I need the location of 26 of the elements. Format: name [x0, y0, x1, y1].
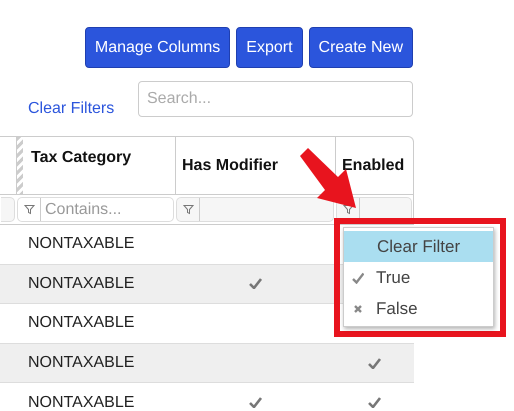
table-row[interactable]: NONTAXABLE [0, 264, 335, 304]
toolbar-button[interactable]: Manage Columns [84, 27, 230, 68]
filter-field[interactable]: Contains... [17, 197, 174, 222]
table-row[interactable]: NONTAXABLE [0, 344, 414, 384]
filter-icon[interactable] [24, 204, 35, 215]
table-cell: NONTAXABLE [28, 354, 134, 372]
filter-field[interactable] [1, 197, 15, 222]
table-cell: NONTAXABLE [28, 235, 134, 254]
menu-item[interactable]: Clear Filter [344, 231, 493, 262]
filter-icon[interactable] [183, 204, 194, 215]
filter-field[interactable] [176, 197, 334, 222]
table-row[interactable]: NONTAXABLE [0, 383, 414, 411]
menu-item[interactable]: False [344, 293, 493, 324]
table-cell: NONTAXABLE [28, 274, 134, 293]
filter-input[interactable]: Contains... [41, 200, 159, 218]
cross-icon [352, 302, 364, 314]
table-cell: NONTAXABLE [28, 394, 134, 411]
clear-filters-link[interactable]: Clear Filters [28, 100, 114, 118]
filter-icon[interactable] [343, 204, 354, 215]
search-field[interactable]: Search... [138, 81, 413, 117]
column-header[interactable]: Tax Category [16, 136, 175, 194]
toolbar-button[interactable]: Export [236, 27, 303, 68]
menu-item[interactable]: True [344, 262, 493, 293]
table-cell: NONTAXABLE [28, 314, 134, 332]
toolbar-button[interactable]: Create New [308, 27, 413, 68]
check-icon [352, 272, 364, 284]
